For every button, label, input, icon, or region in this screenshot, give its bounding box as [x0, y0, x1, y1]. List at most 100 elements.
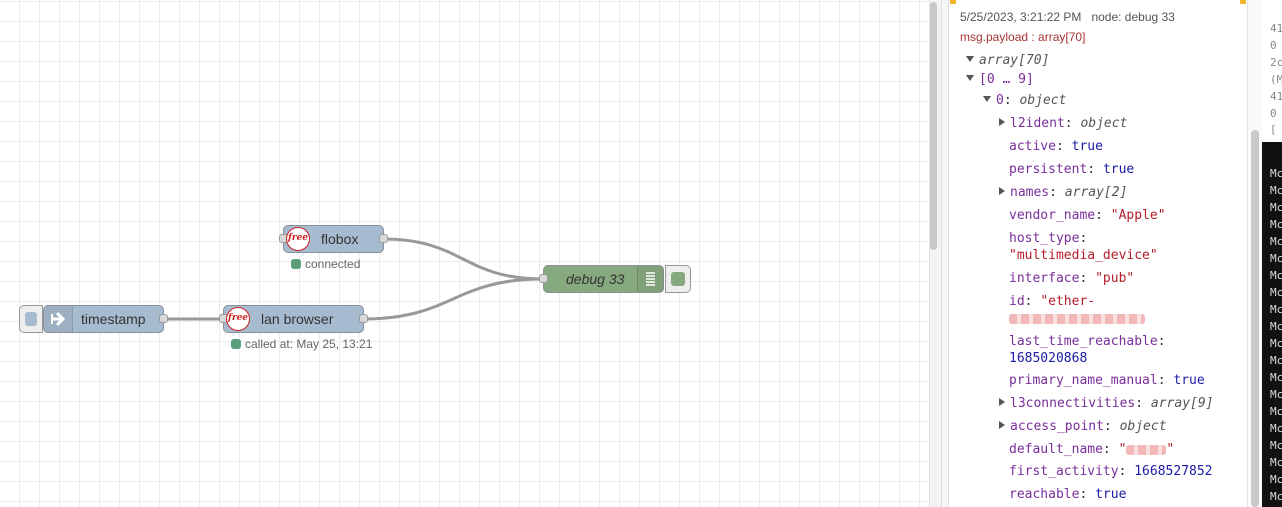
caret-down-icon[interactable]	[983, 96, 991, 102]
field-key: default_name	[1009, 442, 1103, 457]
field-key: vendor_name	[1009, 208, 1096, 223]
caret-right-icon[interactable]	[999, 421, 1005, 429]
tree-range[interactable]: [0 … 9]	[966, 71, 1034, 88]
debug-node[interactable]: debug 33	[539, 265, 691, 293]
field-value: object	[1119, 419, 1167, 434]
terminal-line: Mc	[1270, 337, 1282, 350]
message-marker	[1240, 0, 1246, 4]
tree-item-type: object	[1019, 93, 1067, 108]
flobox-status: connected	[291, 257, 360, 271]
field-key: l3connectivities	[1010, 396, 1136, 411]
tree-field-primary-name-manual: primary_name_manual: true	[1009, 373, 1205, 388]
caret-right-icon[interactable]	[999, 187, 1005, 195]
tree-root[interactable]: array[70]	[966, 52, 1049, 69]
tree-field-reachable: reachable: true	[1009, 487, 1127, 502]
tree-field-default-name: default_name: " "	[1009, 442, 1175, 457]
field-value: "pub"	[1095, 271, 1135, 286]
terminal-line: 0	[1270, 107, 1277, 120]
tree-field-l2ident[interactable]: l2ident: object	[999, 115, 1127, 132]
caret-down-icon[interactable]	[966, 75, 974, 81]
debug-list-icon	[637, 266, 664, 292]
output-port[interactable]	[379, 234, 388, 243]
field-key: primary_name_manual	[1009, 373, 1158, 388]
inject-button[interactable]	[19, 305, 43, 333]
terminal-line: 41	[1270, 90, 1282, 103]
inject-node-label: timestamp	[81, 311, 146, 327]
terminal-line: Mc	[1270, 235, 1282, 248]
terminal-line: Mc	[1270, 388, 1282, 401]
field-value: true	[1095, 487, 1127, 502]
caret-right-icon[interactable]	[999, 398, 1005, 406]
output-port[interactable]	[159, 314, 168, 323]
inject-node-timestamp[interactable]: timestamp	[19, 305, 168, 333]
field-key: interface	[1009, 271, 1080, 286]
terminal-line: Mc	[1270, 490, 1282, 503]
terminal-line: Mc	[1270, 269, 1282, 282]
caret-down-icon[interactable]	[966, 56, 974, 62]
canvas-scrollbar-thumb[interactable]	[930, 2, 937, 250]
terminal-line: Mc	[1270, 320, 1282, 333]
tree-item-0[interactable]: 0: object	[983, 92, 1066, 109]
field-key: persistent	[1009, 162, 1088, 177]
field-value: "Apple"	[1110, 208, 1166, 223]
terminal-line: Mc	[1270, 218, 1282, 231]
terminal-line: Mc	[1270, 354, 1282, 367]
field-key: reachable	[1009, 487, 1080, 502]
terminal-line: Mc	[1270, 371, 1282, 384]
terminal-line: 0	[1270, 39, 1277, 52]
field-value: 1685020868	[1009, 351, 1088, 366]
field-key: names	[1010, 185, 1050, 200]
tree-field-names[interactable]: names: array[2]	[999, 184, 1127, 201]
field-value: array[9]	[1150, 396, 1214, 411]
terminal-line: Mc	[1270, 167, 1282, 180]
terminal-line: Mc	[1270, 439, 1282, 452]
tree-field-persistent: persistent: true	[1009, 162, 1135, 177]
terminal-line: Mc	[1270, 252, 1282, 265]
terminal-line: Mc	[1270, 456, 1282, 469]
flow-canvas[interactable]: timestamp free flobox connected free lan…	[0, 0, 928, 507]
terminal-line: Mc	[1270, 286, 1282, 299]
flobox-node-label: flobox	[321, 231, 359, 247]
field-key: id	[1009, 294, 1025, 309]
tree-field-active: active: true	[1009, 139, 1103, 154]
field-value: object	[1080, 116, 1128, 131]
redacted-value	[1009, 313, 1145, 324]
lan-browser-status-text: called at: May 25, 13:21	[245, 337, 373, 351]
arrow-in-icon	[44, 306, 73, 332]
terminal-window: 41 0 2c (M 41 0 [ Mc Mc Mc Mc Mc Mc Mc M…	[1262, 0, 1282, 507]
debug-message-timestamp: 5/25/2023, 3:21:22 PM	[960, 10, 1082, 24]
tree-field-host-type: host_type:	[1009, 231, 1088, 246]
field-value: "multimedia_device"	[1009, 248, 1158, 263]
wire-flobox-to-debug[interactable]	[382, 237, 544, 281]
debug-node-label: debug 33	[566, 271, 625, 287]
debug-message-node-link[interactable]: node: debug 33	[1091, 10, 1174, 24]
debug-panel-scrollbar-thumb[interactable]	[1251, 130, 1259, 507]
wire-lan-browser-to-debug[interactable]	[362, 277, 544, 321]
flow-wires	[163, 237, 544, 321]
field-value: array[2]	[1064, 185, 1128, 200]
caret-right-icon[interactable]	[999, 118, 1005, 126]
free-logo-icon: free	[226, 307, 250, 331]
input-port[interactable]	[539, 274, 548, 283]
terminal-line: Mc	[1270, 184, 1282, 197]
flobox-status-text: connected	[305, 257, 361, 271]
sidebar-splitter[interactable]	[941, 0, 949, 507]
status-dot-icon	[231, 339, 241, 349]
freebox-node-flobox[interactable]: free flobox	[279, 225, 388, 253]
debug-toggle-button[interactable]	[665, 265, 691, 293]
output-port[interactable]	[359, 314, 368, 323]
tree-field-access-point[interactable]: access_point: object	[999, 418, 1167, 435]
tree-field-id-redacted	[1009, 310, 1145, 327]
debug-sidebar-panel: 5/25/2023, 3:21:22 PM node: debug 33 msg.…	[949, 0, 1247, 507]
tree-field-l3connectivities[interactable]: l3connectivities: array[9]	[999, 395, 1214, 412]
terminal-line: (M	[1270, 73, 1282, 86]
lan-browser-node-label: lan browser	[261, 311, 334, 327]
field-value: true	[1071, 139, 1103, 154]
tree-field-interface: interface: "pub"	[1009, 271, 1135, 286]
redacted-value	[1126, 444, 1167, 455]
freebox-node-lan-browser[interactable]: free lan browser	[219, 305, 368, 333]
tree-root-type: array[70]	[979, 53, 1050, 68]
tree-range-label: [0 … 9]	[979, 72, 1034, 87]
terminal-line: 41	[1270, 22, 1282, 35]
terminal-line: Mc	[1270, 303, 1282, 316]
